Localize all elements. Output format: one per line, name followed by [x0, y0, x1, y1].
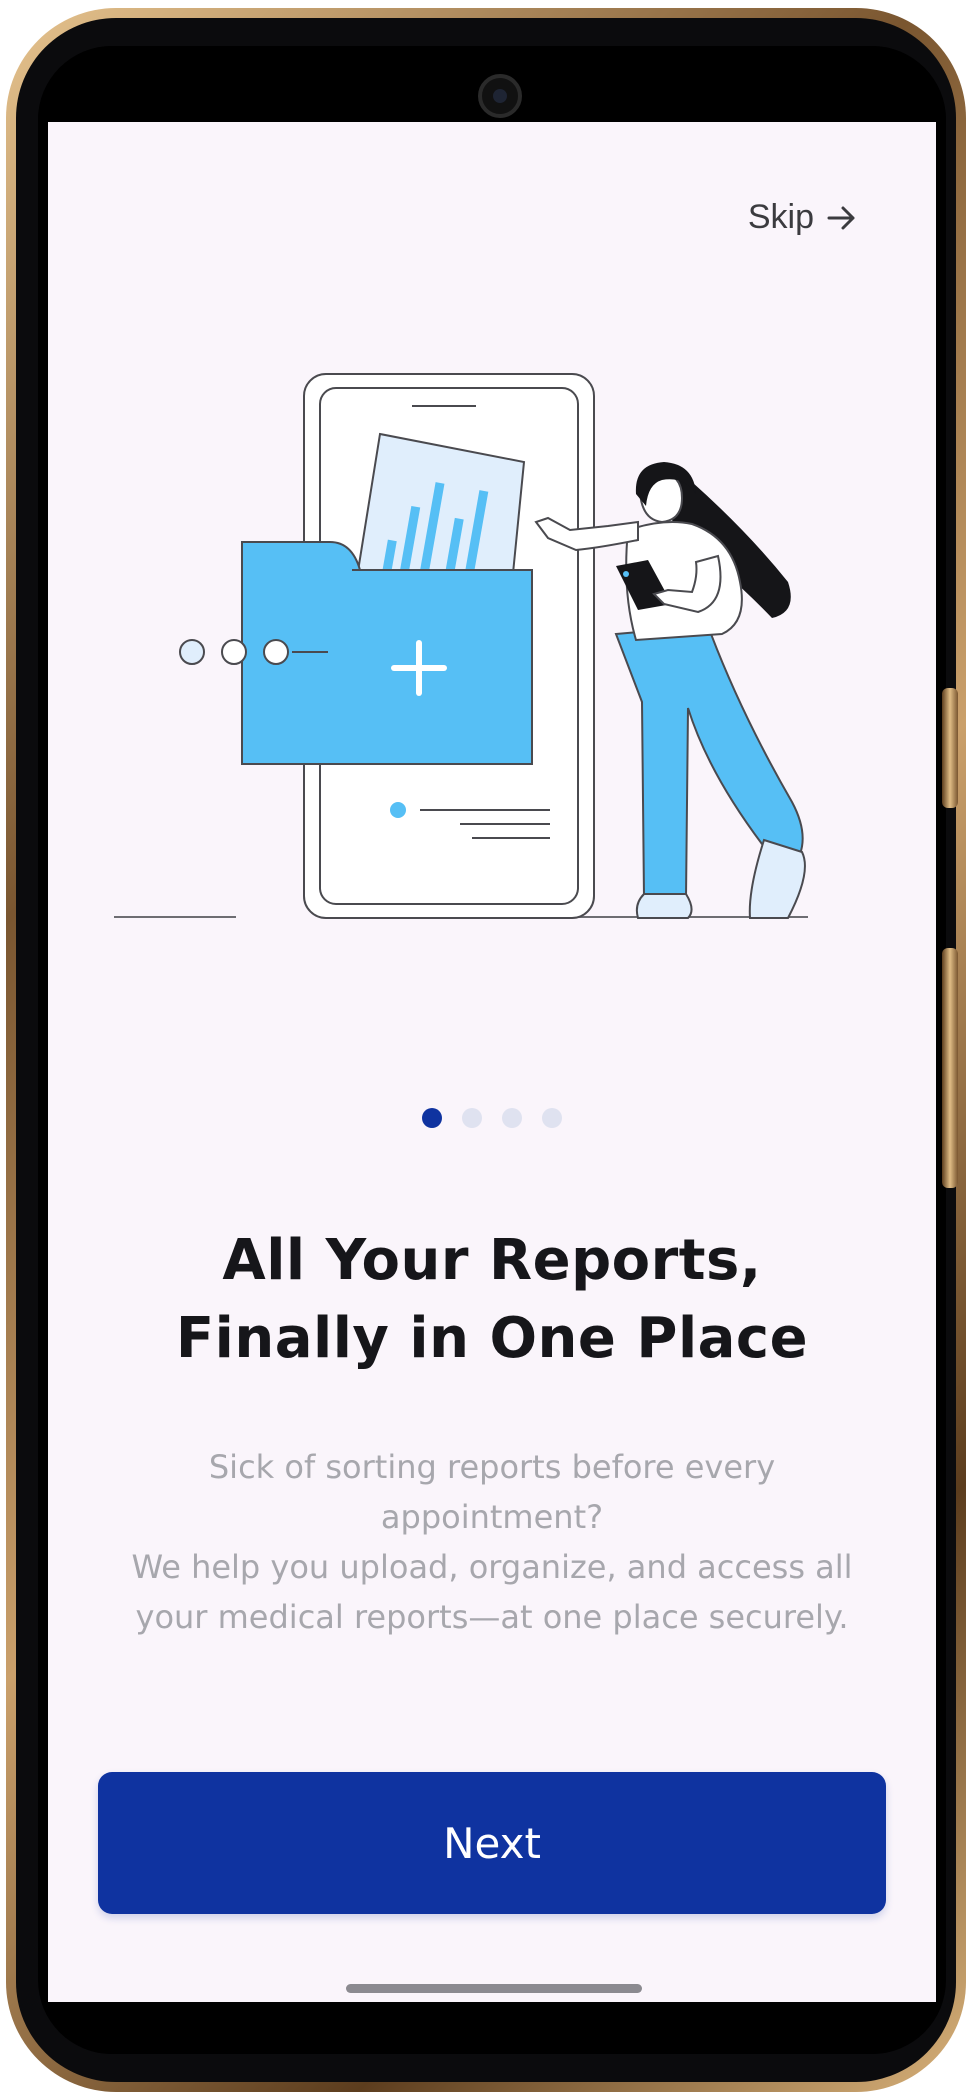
phone-bezel: Skip All Your Reports, Finally in One Pl… [16, 18, 958, 2082]
skip-label: Skip [747, 198, 814, 236]
phone-device-frame: Skip All Your Reports, Finally in One Pl… [6, 8, 966, 2092]
skip-button[interactable]: Skip [748, 198, 858, 237]
arrow-right-icon [827, 206, 855, 229]
page-indicator [48, 1108, 936, 1128]
description-line-1: Sick of sorting reports before every app… [208, 1448, 776, 1536]
onboarding-illustration [114, 373, 808, 919]
onboarding-description: Sick of sorting reports before every app… [128, 1442, 856, 1642]
folder-add-illustration [179, 541, 533, 765]
next-button[interactable]: Next [98, 1772, 886, 1914]
onboarding-title: All Your Reports, Finally in One Place [108, 1222, 876, 1378]
title-line-1: All Your Reports, [222, 1228, 762, 1293]
phone-screen: Skip All Your Reports, Finally in One Pl… [38, 46, 946, 2054]
page-dot[interactable] [462, 1108, 482, 1128]
page-dot[interactable] [502, 1108, 522, 1128]
home-indicator[interactable] [346, 1984, 642, 1993]
volume-button [942, 948, 958, 1188]
power-button [942, 688, 958, 808]
title-line-2: Finally in One Place [175, 1306, 809, 1371]
description-line-2: We help you upload, organize, and access… [131, 1548, 853, 1636]
onboarding-screen: Skip All Your Reports, Finally in One Pl… [48, 122, 936, 2002]
page-dot-active[interactable] [422, 1108, 442, 1128]
page-dot[interactable] [542, 1108, 562, 1128]
front-camera-icon [478, 74, 522, 118]
bottom-bezel [38, 2002, 946, 2054]
